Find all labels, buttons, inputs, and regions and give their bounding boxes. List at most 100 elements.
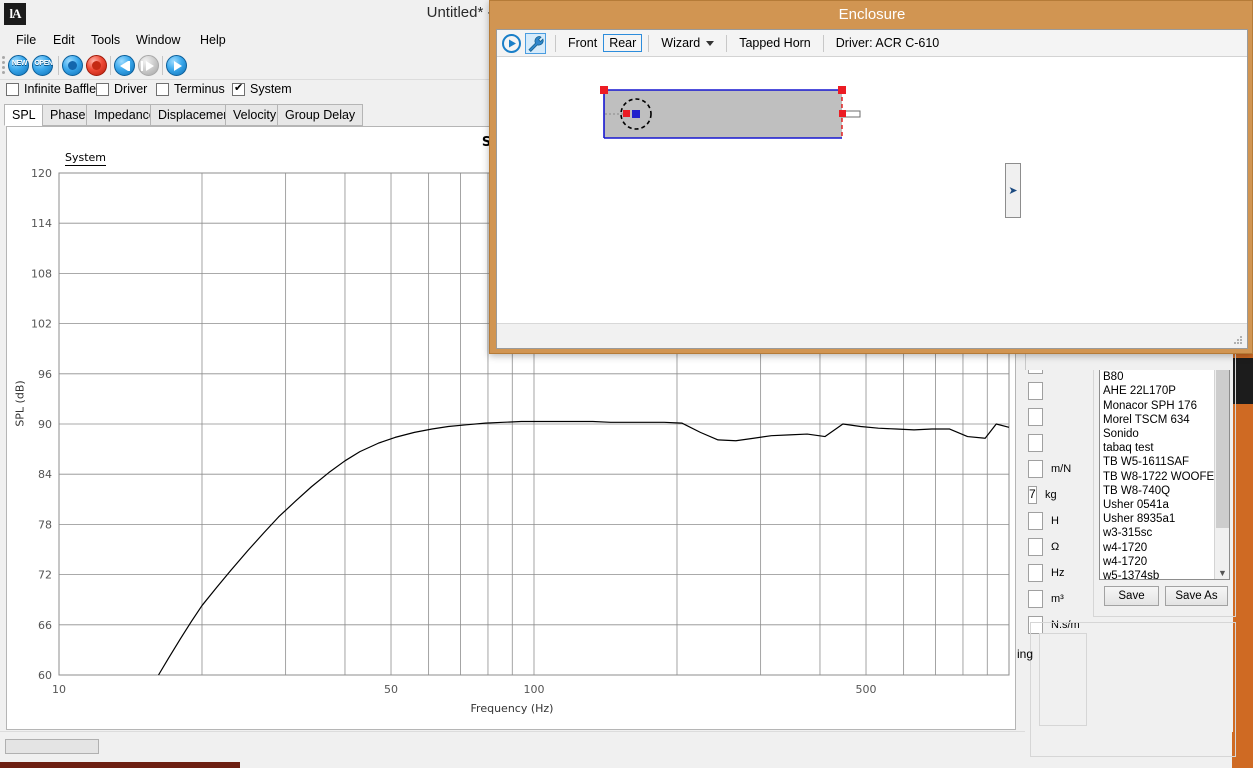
list-item[interactable]: Usher 8935a1 (1100, 512, 1229, 526)
driver-list[interactable]: AHE 20L00PA B80 AHE 22L170P Monacor SPH … (1099, 355, 1230, 580)
chevron-down-icon[interactable]: ▼ (1215, 565, 1229, 579)
list-item[interactable]: Usher 0541a (1100, 498, 1229, 512)
checkbox-driver[interactable]: Driver (96, 82, 147, 96)
driver-parameters-panel: m/N 7kg H Ω Hz m³ N.s/m AHE 20L00PA B80 … (1017, 352, 1236, 757)
save-button[interactable]: Save (1104, 586, 1159, 606)
list-item[interactable]: TB W8-1722 WOOFE (1100, 470, 1229, 484)
step-back-button[interactable] (114, 55, 136, 77)
svg-text:78: 78 (38, 518, 52, 531)
menu-help[interactable]: Help (194, 31, 232, 49)
driver-field[interactable] (1028, 564, 1043, 582)
list-item[interactable]: TB W8-740Q (1100, 484, 1229, 498)
infinite-baffle-box[interactable] (6, 82, 19, 96)
driver-unit: Hz (1051, 567, 1065, 579)
play-button[interactable] (166, 55, 188, 77)
taskbar-strip (0, 762, 240, 768)
list-item[interactable]: tabaq test (1100, 441, 1229, 455)
blue-orb-button[interactable] (62, 55, 84, 77)
list-item[interactable]: Morel TSCM 634 (1100, 413, 1229, 427)
svg-text:102: 102 (31, 318, 52, 331)
enclosure-dialog[interactable]: Enclosure Front Rear Wizard Tapped Horn … (489, 0, 1253, 354)
save-as-button[interactable]: Save As (1165, 586, 1228, 606)
driver-field[interactable] (1028, 512, 1043, 530)
list-item[interactable]: Sonido (1100, 427, 1229, 441)
tapped-horn-label[interactable]: Tapped Horn (733, 34, 817, 52)
driver-field[interactable] (1028, 382, 1043, 400)
tab-spl[interactable]: SPL (4, 104, 44, 126)
new-button[interactable]: NEW (8, 55, 30, 77)
svg-text:120: 120 (31, 167, 52, 180)
checkbox-terminus[interactable]: Terminus (156, 82, 225, 96)
list-item[interactable]: TB W5-1611SAF (1100, 455, 1229, 469)
enclosure-drawing[interactable] (497, 57, 1247, 323)
driver-unit-row (1028, 430, 1088, 456)
driver-unit-row: H (1028, 508, 1088, 534)
rear-tab[interactable]: Rear (603, 34, 643, 52)
driver-unit: H (1051, 515, 1059, 527)
handle-driver[interactable] (623, 110, 630, 117)
record-button[interactable] (86, 55, 108, 77)
system-box[interactable] (232, 81, 245, 96)
driver-box[interactable] (96, 82, 109, 96)
enclosure-canvas[interactable] (497, 57, 1247, 323)
menu-tools[interactable]: Tools (85, 31, 126, 49)
driver-field[interactable] (1028, 590, 1043, 608)
handle-top-left[interactable] (600, 86, 608, 94)
driver-name-label: Driver: ACR C-610 (835, 36, 940, 50)
play-circle-icon[interactable] (501, 33, 522, 54)
new-button-label: NEW (11, 60, 28, 67)
svg-text:50: 50 (384, 683, 398, 696)
pause-button[interactable] (138, 55, 160, 77)
toolbar-grip[interactable] (2, 56, 7, 76)
handle-terminus[interactable] (839, 110, 846, 117)
menu-edit[interactable]: Edit (47, 31, 81, 49)
terminus-box[interactable] (156, 82, 169, 96)
driver-field[interactable] (1028, 460, 1043, 478)
enclosure-toolbar: Front Rear Wizard Tapped Horn Driver: AC… (497, 30, 1247, 57)
list-item[interactable]: B80 (1100, 370, 1229, 384)
checkbox-infinite-baffle[interactable]: Infinite Baffle (6, 82, 96, 96)
driver-unit-row: m³ (1028, 586, 1088, 612)
wizard-dropdown[interactable]: Wizard (655, 34, 720, 52)
driver-unit-row (1028, 378, 1088, 404)
wrench-icon[interactable] (525, 32, 546, 54)
driver-list-scrollbar[interactable]: ▼ (1214, 356, 1229, 579)
list-item[interactable]: w4-1720 (1100, 555, 1229, 569)
list-item[interactable]: w5-1374sb (1100, 569, 1229, 579)
tab-velocity[interactable]: Velocity (225, 104, 285, 126)
list-item[interactable]: w4-1720 (1100, 541, 1229, 555)
handle-top-right[interactable] (838, 86, 846, 94)
system-label: System (250, 82, 292, 96)
open-button[interactable]: OPEN (32, 55, 54, 77)
svg-text:500: 500 (856, 683, 877, 696)
driver-field[interactable] (1028, 408, 1043, 426)
stuffing-groupbox: ing (1017, 622, 1236, 757)
expand-panel-chevron-icon[interactable]: ➤ (1005, 163, 1021, 218)
resize-grip[interactable] (1234, 336, 1243, 345)
checkbox-system[interactable]: System (232, 81, 292, 96)
svg-text:100: 100 (524, 683, 545, 696)
menu-window[interactable]: Window (130, 31, 186, 49)
stuffing-inner-box (1039, 633, 1087, 726)
driver-unit-row: m/N (1028, 456, 1088, 482)
enclosure-footer (497, 323, 1247, 348)
svg-text:84: 84 (38, 468, 52, 481)
handle-driver-center[interactable] (632, 110, 640, 118)
tab-group-delay[interactable]: Group Delay (277, 104, 364, 126)
svg-text:108: 108 (31, 267, 52, 280)
driver-unit-row: 7 kg (1028, 482, 1088, 508)
driver-field-partial[interactable]: 7 (1028, 486, 1037, 504)
front-tab[interactable]: Front (562, 34, 603, 52)
svg-text:96: 96 (38, 368, 52, 381)
driver-field[interactable] (1028, 434, 1043, 452)
driver-unit: m/N (1051, 463, 1072, 475)
menu-file[interactable]: File (10, 31, 42, 49)
svg-text:114: 114 (31, 217, 52, 230)
list-item[interactable]: w3-315sc (1100, 526, 1229, 540)
list-item[interactable]: AHE 22L170P (1100, 384, 1229, 398)
driver-field[interactable] (1028, 538, 1043, 556)
wizard-label: Wizard (661, 36, 701, 50)
scrollbar-thumb[interactable] (1216, 358, 1229, 528)
list-item[interactable]: Monacor SPH 176 (1100, 399, 1229, 413)
terminus-label: Terminus (174, 82, 225, 96)
